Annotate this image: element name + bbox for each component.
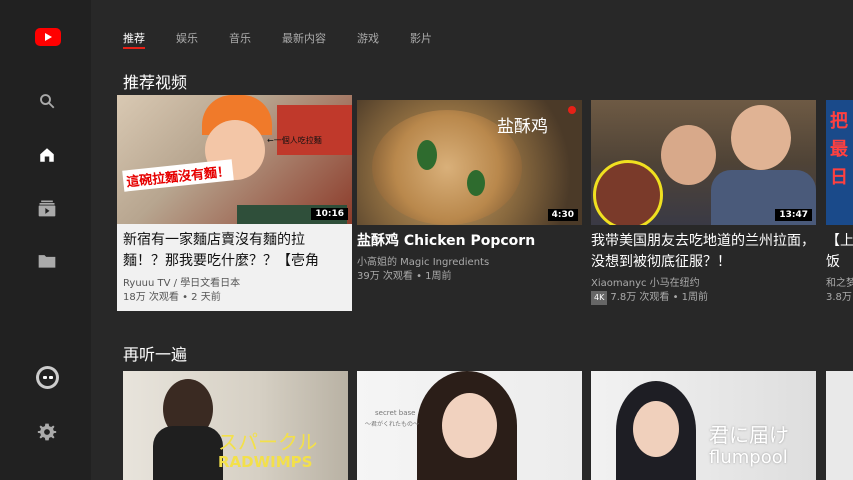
tab-latest[interactable]: 最新内容 xyxy=(282,30,326,46)
video-meta: 7.8万 次观看 • 1周前 xyxy=(610,292,709,303)
video-card[interactable]: 這碗拉麵沒有麵！ ←一個人吃拉麵 10:16 新宿有一家麵店賣沒有麵的拉麵！？那… xyxy=(117,95,352,311)
thumb-caption: 君に届け xyxy=(709,423,789,447)
thumb-note: ←一個人吃拉麵 xyxy=(267,136,322,145)
video-meta: 18万 次观看 • 2 天前 xyxy=(123,292,221,303)
sidebar xyxy=(0,0,91,480)
video-thumbnail: スパークル RADWIMPS xyxy=(123,371,348,480)
video-thumbnail: 這碗拉麵沒有麵！ ←一個人吃拉麵 10:16 xyxy=(117,95,352,224)
video-card[interactable]: secret base 〜君がくれたもの〜 xyxy=(357,371,582,480)
video-title: 盐酥鸡 Chicken Popcorn xyxy=(357,233,536,249)
video-meta-row: 4K 7.8万 次观看 • 1周前 xyxy=(591,291,816,305)
section-title-recommended: 推荐视频 xyxy=(123,73,188,92)
tab-gaming[interactable]: 游戏 xyxy=(357,30,379,46)
video-duration: 10:16 xyxy=(311,208,348,220)
thumb-caption: 盐酥鸡 xyxy=(497,117,548,137)
video-title: 新宿有一家麵店賣沒有麵的拉麵！？那我要吃什麼？？【壱角 xyxy=(123,232,319,269)
video-card[interactable]: スパークル RADWIMPS xyxy=(123,371,348,480)
video-thumbnail: 13:47 xyxy=(591,100,816,225)
library-folder-icon[interactable] xyxy=(36,250,58,272)
video-channel: 和之梦 xyxy=(826,278,853,289)
video-thumbnail: 把最日 xyxy=(826,100,853,225)
section-title-replay: 再听一遍 xyxy=(123,345,188,364)
account-avatar[interactable] xyxy=(36,366,59,389)
video-duration: 13:47 xyxy=(775,209,812,221)
thumb-caption-sub: 〜君がくれたもの〜 xyxy=(365,421,420,428)
tab-music[interactable]: 音乐 xyxy=(229,30,251,46)
video-card[interactable]: 君に届け flumpool xyxy=(591,371,816,480)
video-meta: 3.8万 xyxy=(826,292,852,303)
video-thumbnail: 君に届け flumpool xyxy=(591,371,816,480)
video-title: 我带美国朋友去吃地道的兰州拉面，没想到被彻底征服？！ xyxy=(591,233,815,270)
video-thumbnail: secret base 〜君がくれたもの〜 xyxy=(357,371,582,480)
video-meta: 39万 次观看 • 1周前 xyxy=(357,271,452,282)
search-icon[interactable] xyxy=(36,90,58,112)
thumb-caption: secret base xyxy=(375,409,416,417)
tab-recommended[interactable]: 推荐 xyxy=(123,30,145,49)
video-duration: 4:30 xyxy=(547,209,578,221)
home-icon[interactable] xyxy=(36,144,58,166)
video-card[interactable] xyxy=(826,371,853,480)
settings-gear-icon[interactable] xyxy=(36,421,58,443)
video-thumbnail: 盐酥鸡 4:30 xyxy=(357,100,582,225)
video-title: 【上饭太 xyxy=(826,233,853,270)
video-channel: 小高姐的 Magic Ingredients xyxy=(357,257,490,268)
thumb-caption: 這碗拉麵沒有麵！ xyxy=(122,159,234,192)
youtube-logo-icon[interactable] xyxy=(35,28,61,46)
video-channel: Xiaomanyc 小马在纽约 xyxy=(591,278,700,289)
thumb-caption-artist: flumpool xyxy=(709,447,788,468)
tab-entertainment[interactable]: 娱乐 xyxy=(176,30,198,46)
video-channel: Ryuuu TV / 學日文看日本 xyxy=(123,278,241,289)
thumb-caption-artist: RADWIMPS xyxy=(218,453,313,471)
thumb-caption: スパークル xyxy=(218,430,318,454)
video-card[interactable]: 盐酥鸡 4:30 盐酥鸡 Chicken Popcorn 小高姐的 Magic … xyxy=(357,100,582,284)
4k-badge: 4K xyxy=(591,291,608,305)
video-card[interactable]: 13:47 我带美国朋友去吃地道的兰州拉面，没想到被彻底征服？！ Xiaoman… xyxy=(591,100,816,305)
subscriptions-icon[interactable] xyxy=(36,197,58,219)
thumb-caption: 把最日 xyxy=(830,111,848,188)
video-card[interactable]: 把最日 【上饭太 和之梦 3.8万 xyxy=(826,100,853,305)
tab-movies[interactable]: 影片 xyxy=(410,30,432,46)
category-tabs: 推荐 娱乐 音乐 最新内容 游戏 影片 xyxy=(123,30,463,49)
video-thumbnail xyxy=(826,371,853,480)
